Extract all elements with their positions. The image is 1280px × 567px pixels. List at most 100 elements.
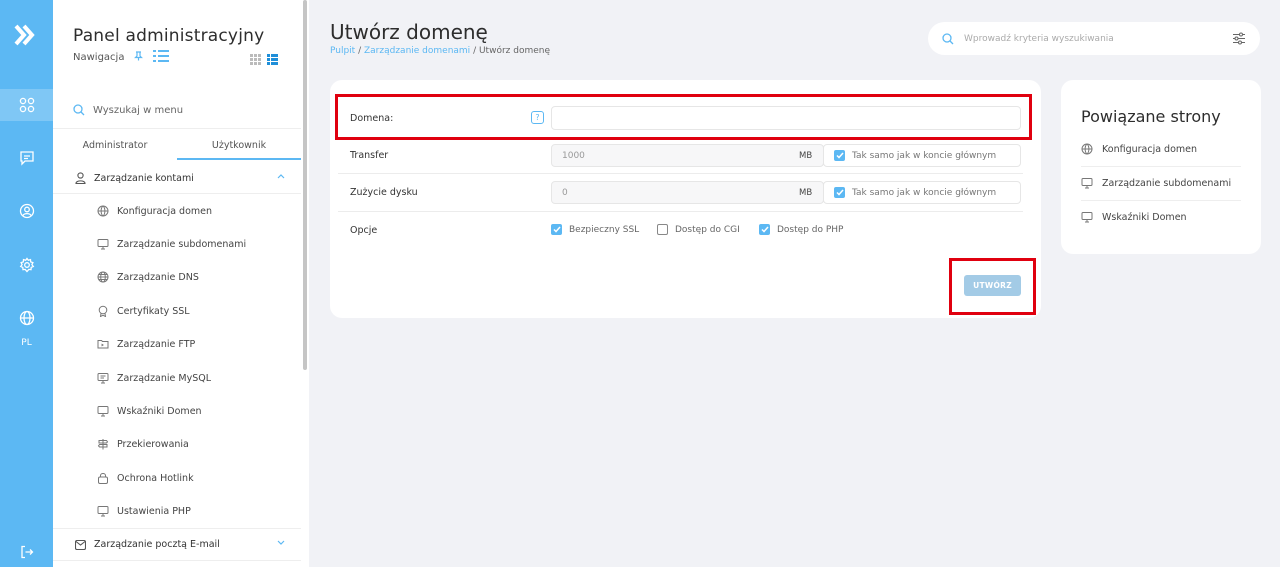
related-link-subdomains[interactable]: Zarządzanie subdomenami (1081, 177, 1241, 189)
grid-small-icon[interactable] (250, 50, 261, 69)
breadcrumb-home[interactable]: Pulpit (330, 46, 355, 56)
breadcrumb: Pulpit / Zarządzanie domenami / Utwórz d… (330, 46, 551, 56)
sidebar-tabs: Administrator Użytkownik (53, 128, 301, 160)
sidebar-item-domain-config[interactable]: Konfiguracja domen (97, 205, 212, 217)
disk-label: Zużycie dysku (350, 187, 418, 198)
sidebar-item-label: Zarządzanie FTP (117, 338, 196, 350)
sidebar-item-label: Certyfikaty SSL (117, 305, 190, 317)
related-link-label: Konfiguracja domen (1102, 143, 1198, 155)
sidebar-item-subdomains[interactable]: Zarządzanie subdomenami (97, 238, 246, 250)
monitor-icon (1081, 212, 1093, 223)
tab-administrator[interactable]: Administrator (53, 129, 177, 160)
message-icon[interactable] (0, 142, 53, 174)
pin-icon[interactable] (134, 51, 144, 64)
sidebar-item-php[interactable]: Ustawienia PHP (97, 505, 191, 517)
mail-icon (75, 539, 86, 550)
disk-same-label: Tak samo jak w koncie głównym (852, 187, 997, 198)
option-ssl[interactable]: Bezpieczny SSL (551, 224, 639, 235)
monitor-icon (97, 239, 109, 250)
globe-icon (97, 271, 109, 283)
sidebar-item-label: Ustawienia PHP (117, 505, 191, 517)
sidebar-item-label: Zarządzanie DNS (117, 271, 199, 283)
disk-same-checkbox[interactable]: Tak samo jak w koncie głównym (823, 181, 1021, 204)
sidebar-item-hotlink[interactable]: Ochrona Hotlink (97, 472, 194, 484)
sidebar-nav-row: Nawigacja (73, 50, 170, 65)
language-label[interactable]: PL (0, 338, 53, 348)
transfer-row: Transfer 1000 MB Tak samo jak w koncie g… (338, 144, 1023, 167)
checkbox-checked-icon (834, 150, 845, 161)
list-view-icon[interactable] (267, 50, 278, 69)
menu-search-placeholder: Wyszukaj w menu (93, 104, 184, 116)
checkbox-empty-icon (657, 224, 668, 235)
group-account-management[interactable]: Zarządzanie kontami (75, 172, 285, 184)
option-label: Bezpieczny SSL (569, 224, 640, 235)
group-label: Zarządzanie kontami (94, 172, 194, 184)
transfer-input[interactable]: 1000 (551, 144, 824, 167)
breadcrumb-domain-management[interactable]: Zarządzanie domenami (364, 46, 470, 56)
dashboard-icon[interactable] (0, 89, 53, 121)
sidebar-item-label: Zarządzanie MySQL (117, 372, 212, 384)
folder-icon (97, 340, 109, 349)
filter-icon[interactable] (1232, 32, 1246, 45)
monitor-icon (97, 406, 109, 417)
sidebar-item-label: Wskaźniki Domen (117, 405, 202, 417)
related-title: Powiązane strony (1081, 107, 1221, 126)
highlight-box-domain (335, 94, 1032, 140)
monitor-icon (1081, 178, 1093, 189)
global-search-placeholder: Wprowadź kryteria wyszukiwania (964, 33, 1114, 44)
options-label: Opcje (350, 225, 378, 236)
monitor-icon (97, 506, 109, 517)
person-icon (75, 172, 86, 184)
option-label: Dostęp do PHP (777, 224, 844, 235)
signpost-icon (97, 439, 109, 450)
group-label: Zarządzanie pocztą E-mail (94, 539, 220, 550)
disk-row: Zużycie dysku 0 MB Tak samo jak w koncie… (338, 181, 1023, 204)
domain-config-icon (1081, 143, 1093, 155)
sidebar-item-ftp[interactable]: Zarządzanie FTP (97, 338, 195, 350)
sidebar-item-domain-stats[interactable]: Wskaźniki Domen (97, 405, 202, 417)
tab-user[interactable]: Użytkownik (177, 129, 301, 160)
sidebar-item-redirects[interactable]: Przekierowania (97, 438, 189, 450)
group-email-management[interactable]: Zarządzanie pocztą E-mail (75, 539, 285, 550)
globe-icon[interactable] (0, 302, 53, 334)
certificate-icon (98, 305, 108, 317)
disk-input[interactable]: 0 (551, 181, 824, 204)
transfer-same-checkbox[interactable]: Tak samo jak w koncie głównym (823, 144, 1021, 167)
option-php[interactable]: Dostęp do PHP (759, 224, 843, 235)
chevron-down-icon[interactable] (277, 539, 285, 549)
user-icon[interactable] (0, 195, 53, 227)
option-label: Dostęp do CGI (675, 224, 740, 235)
related-pages-card: Powiązane strony Konfiguracja domen Zarz… (1061, 80, 1261, 254)
logout-icon[interactable] (0, 536, 53, 567)
settings-icon[interactable] (0, 249, 53, 281)
nav-label: Nawigacja (73, 52, 125, 63)
related-link-label: Zarządzanie subdomenami (1102, 177, 1232, 189)
sidebar-item-label: Konfiguracja domen (117, 205, 213, 217)
disk-unit: MB (799, 188, 813, 198)
related-link-domain-config[interactable]: Konfiguracja domen (1081, 143, 1241, 155)
sidebar-item-label: Przekierowania (117, 438, 189, 450)
logo-icon[interactable] (13, 22, 39, 48)
transfer-label: Transfer (350, 150, 389, 161)
sidebar: Panel administracyjny Nawigacja Wyszukaj… (53, 0, 309, 567)
related-link-domain-stats[interactable]: Wskaźniki Domen (1081, 211, 1241, 223)
lock-icon (98, 472, 108, 484)
checkbox-checked-icon (551, 224, 562, 235)
transfer-same-label: Tak samo jak w koncie głównym (852, 150, 997, 161)
search-icon (73, 104, 85, 116)
sidebar-item-label: Ochrona Hotlink (117, 472, 194, 484)
chevron-up-icon[interactable] (277, 172, 285, 182)
left-rail: PL (0, 0, 53, 567)
related-link-label: Wskaźniki Domen (1102, 211, 1187, 223)
list-icon[interactable] (153, 50, 170, 65)
sidebar-scrollbar[interactable] (303, 0, 307, 370)
sidebar-item-dns[interactable]: Zarządzanie DNS (97, 271, 199, 283)
global-search[interactable]: Wprowadź kryteria wyszukiwania (928, 22, 1260, 55)
create-domain-form: Domena: ? Transfer 1000 MB Tak samo jak … (330, 80, 1041, 318)
monitor-icon (97, 373, 109, 384)
sidebar-item-ssl[interactable]: Certyfikaty SSL (97, 305, 190, 317)
option-cgi[interactable]: Dostęp do CGI (657, 224, 740, 235)
menu-search[interactable]: Wyszukaj w menu (73, 104, 183, 116)
sidebar-item-mysql[interactable]: Zarządzanie MySQL (97, 372, 211, 384)
view-switcher (250, 50, 278, 69)
